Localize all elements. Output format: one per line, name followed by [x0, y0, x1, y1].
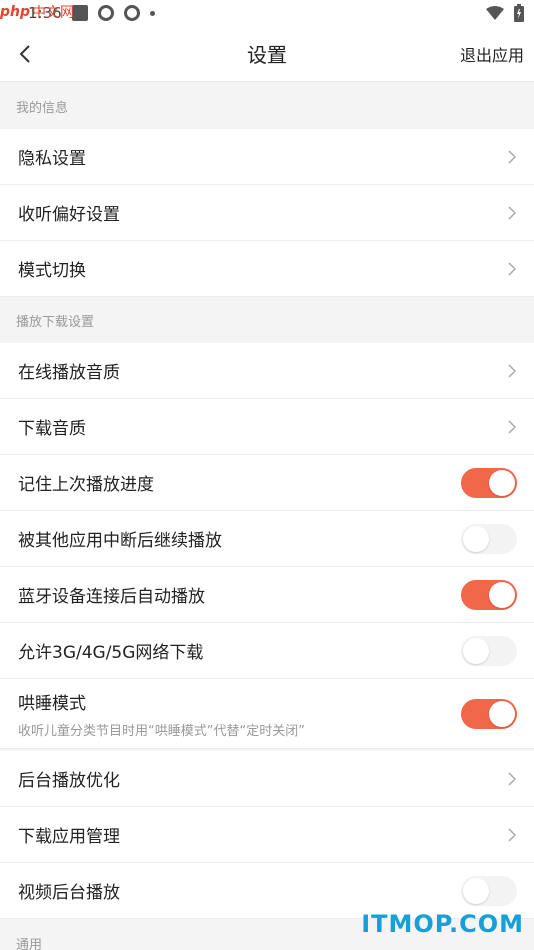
status-bar: 1:36: [0, 0, 534, 26]
row-label: 视频后台播放: [18, 883, 120, 903]
nav-bar: 设置 退出应用: [0, 26, 534, 82]
ring-icon: [123, 5, 140, 21]
mode-switch-item[interactable]: 模式切换: [0, 241, 534, 297]
video-background-play-toggle[interactable]: [461, 875, 517, 906]
download-quality-item[interactable]: 下载音质: [0, 399, 534, 455]
online-quality-item[interactable]: 在线播放音质: [0, 343, 534, 399]
chevron-right-icon: [508, 149, 517, 164]
background-play-optimize-item[interactable]: 后台播放优化: [0, 751, 534, 807]
toggle-knob: [463, 877, 489, 904]
sleep-mode-texts: 哄睡模式 收听儿童分类节目时用“哄睡模式”代替“定时关闭”: [18, 689, 305, 739]
row-label: 被其他应用中断后继续播放: [18, 531, 222, 551]
row-label: 允许3G/4G/5G网络下载: [18, 643, 204, 663]
chevron-right-icon: [508, 771, 517, 786]
mobile-network-download-item: 允许3G/4G/5G网络下载: [0, 623, 534, 679]
bluetooth-autoplay-item: 蓝牙设备连接后自动播放: [0, 567, 534, 623]
row-label: 后台播放优化: [18, 771, 120, 791]
watermark-itmop: ITMOP.COM: [361, 910, 524, 938]
watermark-php: php: [0, 4, 31, 20]
row-label: 模式切换: [18, 261, 86, 281]
listening-preference-item[interactable]: 收听偏好设置: [0, 185, 534, 241]
download-app-manage-item[interactable]: 下载应用管理: [0, 807, 534, 863]
row-label: 隐私设置: [18, 149, 86, 169]
square-icon: [71, 5, 88, 21]
row-label: 记住上次播放进度: [18, 475, 154, 495]
row-label: 蓝牙设备连接后自动播放: [18, 587, 205, 607]
resume-after-interrupt-toggle[interactable]: [461, 523, 517, 554]
toggle-knob: [489, 581, 515, 608]
row-label: 下载应用管理: [18, 827, 120, 847]
privacy-settings-item[interactable]: 隐私设置: [0, 129, 534, 185]
status-right-icons: [486, 4, 524, 22]
row-label: 收听偏好设置: [18, 205, 120, 225]
chevron-right-icon: [508, 419, 517, 434]
exit-app-button[interactable]: 退出应用: [460, 42, 524, 66]
dot-icon: [149, 10, 155, 16]
ring-icon: [97, 5, 114, 21]
status-icons: [71, 5, 155, 21]
chevron-right-icon: [508, 261, 517, 276]
wifi-icon: [486, 6, 504, 20]
toggle-knob: [463, 637, 489, 664]
remember-progress-toggle[interactable]: [461, 467, 517, 498]
sleep-mode-toggle[interactable]: [461, 698, 517, 729]
resume-after-interrupt-item: 被其他应用中断后继续播放: [0, 511, 534, 567]
mobile-network-download-toggle[interactable]: [461, 635, 517, 666]
page-title: 设置: [247, 43, 287, 67]
sleep-mode-item: 哄睡模式 收听儿童分类节目时用“哄睡模式”代替“定时关闭”: [0, 679, 534, 749]
bluetooth-autoplay-toggle[interactable]: [461, 579, 517, 610]
toggle-knob: [463, 525, 489, 552]
remember-progress-item: 记住上次播放进度: [0, 455, 534, 511]
toggle-knob: [489, 700, 515, 727]
section-label-my-info: 我的信息: [16, 100, 69, 116]
watermark-cn: 中文网: [32, 5, 75, 21]
row-label: 下载音质: [18, 419, 86, 439]
row-label: 哄睡模式: [18, 693, 86, 714]
chevron-right-icon: [508, 363, 517, 378]
chevron-right-icon: [508, 827, 517, 842]
chevron-right-icon: [508, 205, 517, 220]
battery-icon: [514, 4, 524, 22]
row-sublabel: 收听儿童分类节目时用“哄睡模式”代替“定时关闭”: [18, 723, 305, 739]
section-label-playback-download: 播放下载设置: [16, 314, 95, 330]
chevron-left-icon[interactable]: [14, 42, 38, 66]
watermark-logo: php 中文网: [0, 0, 74, 24]
toggle-knob: [489, 469, 515, 496]
row-label: 在线播放音质: [18, 363, 120, 383]
